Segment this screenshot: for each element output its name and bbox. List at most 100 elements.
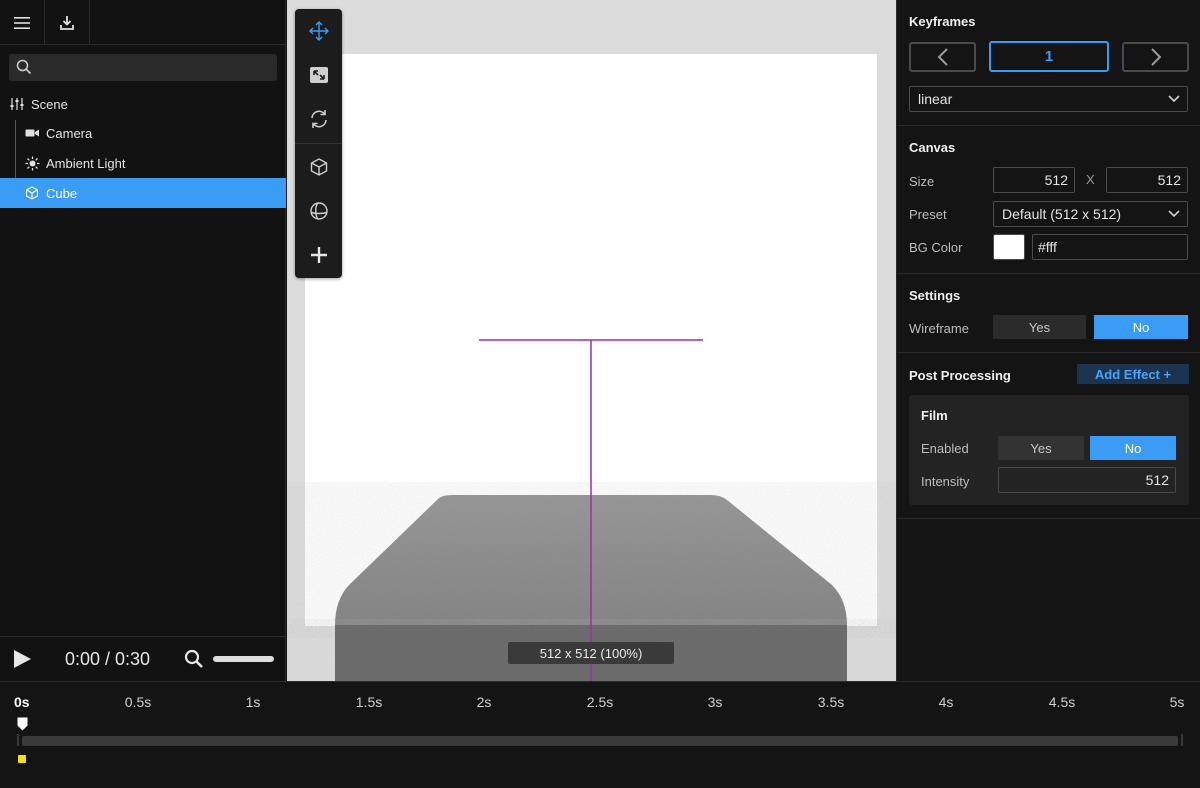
film-enabled-no-button[interactable]: No bbox=[1090, 436, 1176, 460]
add-effect-button[interactable]: Add Effect + bbox=[1077, 364, 1189, 384]
enabled-label: Enabled bbox=[921, 441, 969, 456]
preset-value: Default (512 x 512) bbox=[1002, 206, 1122, 222]
divider bbox=[897, 352, 1200, 353]
tree-item-label: Ambient Light bbox=[46, 155, 126, 171]
video-camera-icon bbox=[24, 125, 40, 141]
timeline-tick: 5s bbox=[1169, 694, 1185, 710]
timeline-tick: 1s bbox=[245, 694, 261, 710]
settings-title: Settings bbox=[909, 288, 961, 303]
easing-select[interactable]: linear bbox=[909, 86, 1188, 112]
add-cube-tool[interactable] bbox=[295, 145, 342, 189]
sphere-icon bbox=[309, 202, 328, 220]
scale-tool[interactable] bbox=[295, 53, 342, 97]
playhead-handle[interactable] bbox=[17, 717, 28, 734]
tree-item-label: Cube bbox=[46, 185, 78, 201]
current-keyframe[interactable]: 1 bbox=[989, 41, 1109, 72]
playhead-icon bbox=[17, 717, 28, 731]
bg-color-swatch[interactable] bbox=[993, 234, 1025, 260]
film-intensity-input[interactable]: 512 bbox=[998, 467, 1176, 493]
tool-divider bbox=[295, 143, 342, 144]
film-effect-card: Film Enabled Yes No Intensity 512 bbox=[909, 395, 1189, 505]
download-button[interactable] bbox=[45, 0, 90, 45]
post-processing-title: Post Processing bbox=[909, 368, 1011, 383]
tool-palette bbox=[295, 9, 342, 278]
chevron-right-icon bbox=[1150, 48, 1161, 66]
next-keyframe-button[interactable] bbox=[1122, 42, 1189, 72]
zoom-button[interactable] bbox=[184, 649, 204, 672]
preset-select[interactable]: Default (512 x 512) bbox=[993, 201, 1188, 227]
tree-item-camera[interactable]: Camera bbox=[0, 118, 286, 148]
tree-item-label: Scene bbox=[31, 96, 68, 112]
inspector-panel: Keyframes 1 linear Canvas Size 512 X 512… bbox=[896, 0, 1200, 681]
move-tool[interactable] bbox=[295, 9, 342, 53]
canvas-size-label: 512 x 512 (100%) bbox=[508, 642, 674, 664]
zoom-icon bbox=[184, 649, 203, 668]
wireframe-no-button[interactable]: No bbox=[1094, 315, 1188, 339]
chevron-down-icon bbox=[1168, 95, 1180, 103]
chevron-left-icon bbox=[937, 48, 948, 66]
add-sphere-tool[interactable] bbox=[295, 189, 342, 233]
easing-value: linear bbox=[918, 91, 953, 107]
tree-item-cube[interactable]: Cube bbox=[0, 178, 286, 208]
hamburger-icon bbox=[14, 16, 30, 29]
search-icon bbox=[16, 59, 32, 75]
track-start-cap bbox=[17, 734, 19, 746]
prev-keyframe-button[interactable] bbox=[909, 42, 976, 72]
preset-label: Preset bbox=[909, 207, 947, 222]
play-icon bbox=[14, 650, 31, 668]
scene-toolbar bbox=[0, 0, 285, 45]
bg-color-input[interactable]: #fff bbox=[1032, 234, 1188, 260]
playback-controls: 0:00 / 0:30 bbox=[0, 636, 286, 681]
timeline-tick: 4.5s bbox=[1048, 694, 1076, 710]
download-icon bbox=[60, 15, 74, 30]
scale-icon bbox=[309, 67, 328, 83]
track-end-cap bbox=[1181, 734, 1183, 746]
timeline-tick: 0s bbox=[14, 694, 30, 710]
time-display: 0:00 / 0:30 bbox=[65, 649, 151, 669]
bg-color-label: BG Color bbox=[909, 240, 963, 255]
timeline-tick: 1.5s bbox=[355, 694, 383, 710]
tree-item-label: Camera bbox=[46, 125, 93, 141]
play-button[interactable] bbox=[12, 649, 32, 669]
zoom-slider[interactable] bbox=[213, 656, 274, 662]
sliders-icon bbox=[9, 96, 25, 112]
film-title: Film bbox=[921, 408, 948, 423]
timeline: 0s 0.5s 1s 1.5s 2s 2.5s 3s 3.5s 4s 4.5s … bbox=[0, 681, 1200, 788]
keyframe-marker[interactable] bbox=[18, 755, 26, 763]
divider bbox=[897, 518, 1200, 519]
cube-icon bbox=[24, 185, 40, 201]
intensity-label: Intensity bbox=[921, 474, 970, 489]
scene-panel: Scene Camera Ambient Light Cube 0:00 / 0… bbox=[0, 0, 286, 681]
divider bbox=[897, 125, 1200, 126]
sun-icon bbox=[24, 155, 40, 171]
size-separator: X bbox=[1086, 172, 1095, 187]
film-enabled-yes-button[interactable]: Yes bbox=[998, 436, 1084, 460]
canvas-width-input[interactable]: 512 bbox=[993, 167, 1075, 193]
timeline-tick: 3s bbox=[707, 694, 723, 710]
menu-button[interactable] bbox=[0, 0, 45, 45]
move-icon bbox=[308, 21, 329, 41]
keyframes-title: Keyframes bbox=[909, 14, 976, 29]
size-label: Size bbox=[909, 174, 935, 189]
wireframe-yes-button[interactable]: Yes bbox=[993, 315, 1086, 339]
timeline-track[interactable] bbox=[22, 736, 1178, 746]
timeline-tick: 0.5s bbox=[124, 694, 152, 710]
tree-item-ambient-light[interactable]: Ambient Light bbox=[0, 148, 286, 178]
cube-render bbox=[335, 339, 847, 681]
timeline-tick: 4s bbox=[938, 694, 954, 710]
timeline-tick: 2.5s bbox=[586, 694, 614, 710]
viewport[interactable]: 512 x 512 (100%) bbox=[287, 0, 896, 681]
search-box bbox=[9, 54, 277, 81]
search-input[interactable] bbox=[39, 54, 273, 81]
tree-item-scene[interactable]: Scene bbox=[0, 89, 286, 119]
chevron-down-icon bbox=[1168, 210, 1180, 218]
wireframe-label: Wireframe bbox=[909, 321, 969, 336]
canvas-title: Canvas bbox=[909, 140, 956, 155]
rotate-icon bbox=[310, 110, 327, 128]
add-icon bbox=[310, 247, 327, 263]
add-object-tool[interactable] bbox=[295, 233, 342, 277]
canvas-height-input[interactable]: 512 bbox=[1106, 167, 1188, 193]
bg-color-value: #fff bbox=[1038, 239, 1057, 255]
divider bbox=[897, 273, 1200, 274]
rotate-tool[interactable] bbox=[295, 97, 342, 141]
